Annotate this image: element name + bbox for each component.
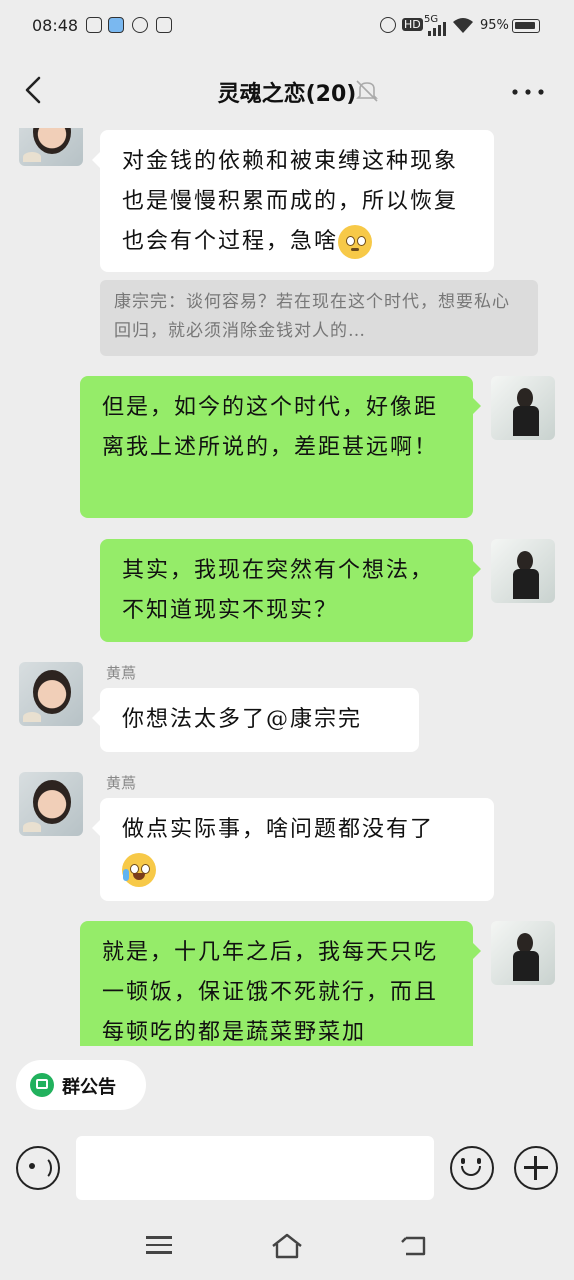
bell-off-icon	[356, 80, 378, 102]
quoted-message[interactable]: 康宗完：谈何容易？若在现在这个时代，想要私心回归，就必须消除金钱对人的…	[100, 280, 538, 356]
battery-icon	[512, 19, 540, 33]
message-text: 对金钱的依赖和被束缚这种现象也是慢慢积累而成的，所以恢复也会有个过程，急啥	[122, 149, 459, 254]
message-text: 其实，我现在突然有个想法，不知道现实不现实？	[122, 558, 435, 623]
system-nav-bar	[0, 1210, 574, 1280]
crying-laughing-icon	[122, 853, 156, 887]
avatar[interactable]	[491, 539, 555, 603]
avatar[interactable]	[19, 772, 83, 836]
message-input[interactable]	[76, 1136, 434, 1200]
message-text: 做点实际事，啥问题都没有了	[122, 817, 435, 842]
status-bar: 08:48 HD 5G 95%	[0, 0, 574, 54]
message-list[interactable]: 对金钱的依赖和被束缚这种现象也是慢慢积累而成的，所以恢复也会有个过程，急啥 康宗…	[0, 128, 574, 1046]
message-text: 就是，十几年之后，我每天只吃一顿饭，保证饿不死就行，而且每顿吃的都是蔬菜野菜加	[102, 940, 439, 1045]
more-icon[interactable]	[506, 78, 550, 106]
emoji-icon[interactable]	[450, 1146, 494, 1190]
group-notice-label: 群公告	[62, 1077, 116, 1098]
battery-percent: 95%	[480, 18, 509, 33]
avatar[interactable]	[19, 128, 83, 166]
chat-title: 灵魂之恋(20)	[217, 82, 357, 107]
chat-header: 灵魂之恋(20)	[0, 54, 574, 128]
status-time: 08:48	[32, 16, 79, 35]
message-text: 你想法太多了@康宗完	[122, 707, 363, 732]
voice-icon[interactable]	[16, 1146, 60, 1190]
avatar[interactable]	[19, 662, 83, 726]
media-icon	[156, 17, 172, 33]
message-bubble[interactable]: 对金钱的依赖和被束缚这种现象也是慢慢积累而成的，所以恢复也会有个过程，急啥	[92, 130, 494, 272]
game-icon	[108, 17, 124, 33]
avatar[interactable]	[491, 921, 555, 985]
notice-icon	[30, 1073, 54, 1097]
avatar[interactable]	[491, 376, 555, 440]
wifi-icon	[453, 18, 473, 33]
app-icon	[86, 17, 102, 33]
link-icon	[132, 17, 148, 33]
home-icon[interactable]	[270, 1232, 304, 1260]
message-bubble[interactable]: 但是，如今的这个时代，好像距离我上述所说的，差距甚远啊！	[80, 376, 481, 518]
pleading-face-icon	[338, 225, 373, 259]
message-bubble[interactable]: 就是，十几年之后，我每天只吃一顿饭，保证饿不死就行，而且每顿吃的都是蔬菜野菜加	[80, 921, 481, 1046]
hd-icon: HD	[402, 18, 423, 31]
message-bubble[interactable]: 做点实际事，啥问题都没有了	[92, 798, 494, 901]
plus-icon[interactable]	[514, 1146, 558, 1190]
signal-icon	[428, 22, 446, 36]
sender-name: 黄蔦	[106, 664, 137, 682]
message-text: 但是，如今的这个时代，好像距离我上述所说的，差距甚远啊！	[102, 395, 439, 460]
back-nav-icon[interactable]	[400, 1234, 430, 1258]
sender-name: 黄蔦	[106, 774, 137, 792]
message-bubble[interactable]: 你想法太多了@康宗完	[92, 688, 419, 752]
alarm-icon	[380, 17, 396, 33]
group-notice-button[interactable]: 群公告	[16, 1060, 146, 1110]
message-bubble[interactable]: 其实，我现在突然有个想法，不知道现实不现实？	[100, 539, 481, 642]
menu-icon[interactable]	[146, 1236, 172, 1256]
